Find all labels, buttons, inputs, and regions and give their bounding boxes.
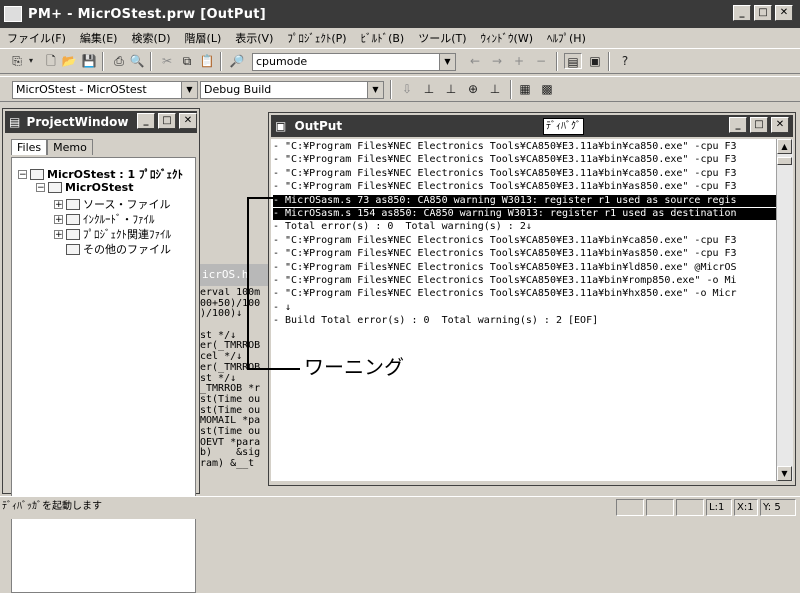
annotation-bracket	[247, 197, 300, 370]
status-cell-empty	[646, 499, 674, 516]
status-col: X:1	[734, 499, 758, 516]
status-bar: ﾃﾞｨﾊﾞｯｶﾞを起動します L:1 X:1 Y: 5	[0, 496, 800, 519]
status-cell-empty	[676, 499, 704, 516]
status-message: ﾃﾞｨﾊﾞｯｶﾞを起動します	[2, 501, 102, 512]
status-line: L:1	[706, 499, 732, 516]
annotation-label: ワーニング	[304, 355, 404, 379]
status-y: Y: 5	[760, 499, 796, 516]
annotation-line	[247, 197, 300, 370]
status-cell-empty	[616, 499, 644, 516]
